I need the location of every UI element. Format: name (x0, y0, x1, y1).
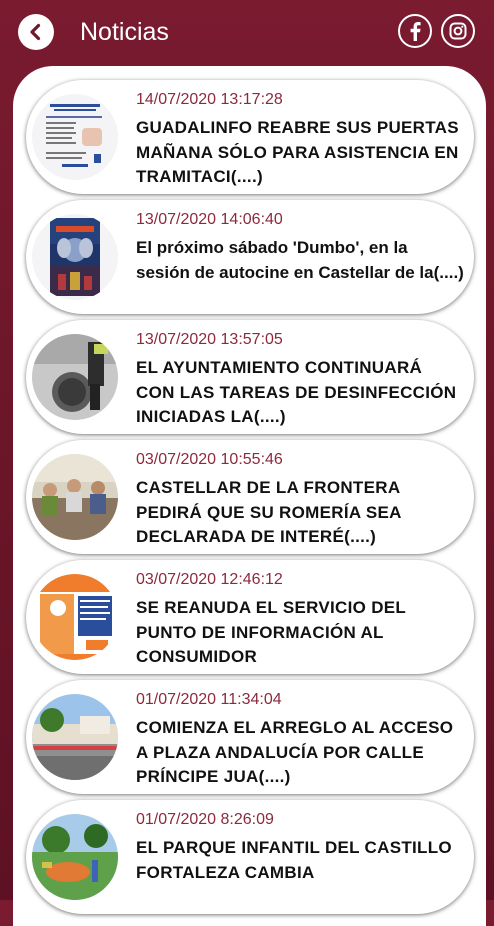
news-date: 03/07/2020 12:46:12 (136, 571, 283, 588)
instagram-icon (449, 22, 467, 40)
app-header: Noticias (0, 0, 494, 64)
news-title: EL AYUNTAMIENTO CONTINUARÁ CON LAS TAREA… (136, 358, 457, 426)
news-date: 01/07/2020 8:26:09 (136, 811, 274, 828)
news-date: 13/07/2020 13:57:05 (136, 331, 283, 348)
news-date: 01/07/2020 11:34:04 (136, 691, 282, 708)
news-date: 14/07/2020 13:17:28 (136, 91, 283, 108)
news-title: CASTELLAR DE LA FRONTERA PEDIRÁ QUE SU R… (136, 478, 402, 546)
news-title: GUADALINFO REABRE SUS PUERTAS MAÑANA SÓL… (136, 118, 459, 186)
news-title: El próximo sábado 'Dumbo', en la sesión … (136, 238, 464, 282)
news-title: SE REANUDA EL SERVICIO DEL PUNTO DE INFO… (136, 598, 406, 666)
news-item[interactable]: 13/07/2020 14:06:40 El próximo sábado 'D… (26, 200, 474, 314)
news-title: COMIENZA EL ARREGLO AL ACCESO A PLAZA AN… (136, 718, 454, 786)
facebook-icon (410, 22, 421, 41)
facebook-button[interactable] (398, 14, 432, 48)
news-item[interactable]: 14/07/2020 13:17:28 GUADALINFO REABRE SU… (26, 80, 474, 194)
news-thumbnail (32, 334, 118, 420)
news-item[interactable]: 03/07/2020 12:46:12 SE REANUDA EL SERVIC… (26, 560, 474, 674)
instagram-button[interactable] (441, 14, 475, 48)
chevron-left-icon (30, 23, 41, 41)
news-date: 13/07/2020 14:06:40 (136, 211, 283, 228)
news-date: 03/07/2020 10:55:46 (136, 451, 283, 468)
news-item[interactable]: 01/07/2020 8:26:09 EL PARQUE INFANTIL DE… (26, 800, 474, 914)
news-thumbnail (32, 694, 118, 780)
back-button[interactable] (18, 14, 54, 50)
news-title: EL PARQUE INFANTIL DEL CASTILLO FORTALEZ… (136, 838, 452, 882)
news-thumbnail (32, 214, 118, 300)
news-thumbnail (32, 94, 118, 180)
page-title: Noticias (80, 18, 169, 46)
news-item[interactable]: 13/07/2020 13:57:05 EL AYUNTAMIENTO CONT… (26, 320, 474, 434)
news-thumbnail (32, 454, 118, 540)
news-item[interactable]: 01/07/2020 11:34:04 COMIENZA EL ARREGLO … (26, 680, 474, 794)
news-item[interactable]: 03/07/2020 10:55:46 CASTELLAR DE LA FRON… (26, 440, 474, 554)
news-list: 14/07/2020 13:17:28 GUADALINFO REABRE SU… (26, 80, 474, 920)
news-thumbnail (32, 574, 118, 660)
news-thumbnail (32, 814, 118, 900)
news-panel: 14/07/2020 13:17:28 GUADALINFO REABRE SU… (13, 66, 486, 926)
